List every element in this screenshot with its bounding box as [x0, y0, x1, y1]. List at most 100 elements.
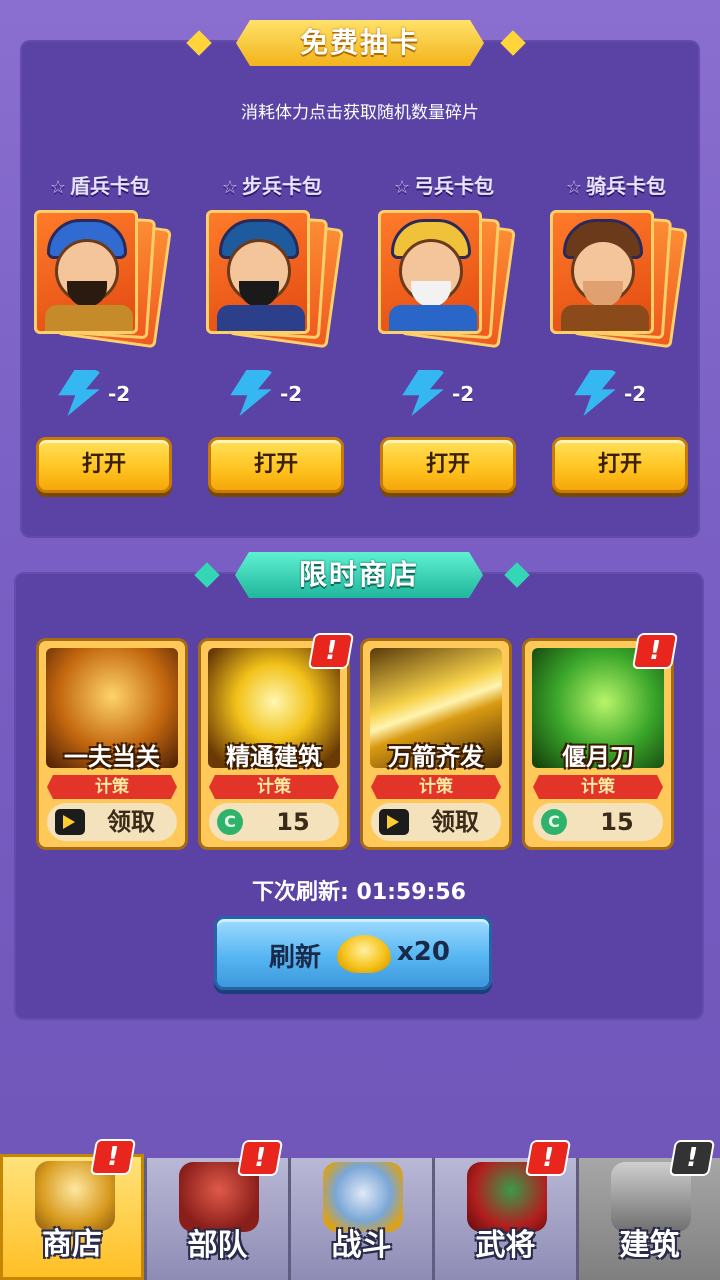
gold-ingot-icon	[337, 935, 391, 973]
shop-item[interactable]: 万箭齐发 计策 领取	[360, 638, 512, 850]
cost-value: -2	[280, 382, 303, 406]
claim-button[interactable]: 领取	[371, 803, 501, 841]
shop-item-list: 一夫当关 计策 领取 精通建筑 计策 15 ! 万箭齐发 计策	[36, 633, 686, 852]
nav-label: 武将	[475, 1228, 536, 1263]
card-pack: ☆ 骑兵卡包 -2 打开	[536, 170, 696, 510]
nav-tab-battle[interactable]: 战斗	[288, 1158, 432, 1280]
shield-soldier-portrait	[34, 210, 138, 334]
shop-item-type: 计策	[209, 775, 339, 799]
star-icon: ☆	[49, 177, 67, 198]
refresh-timer: 下次刷新: 01:59:56	[14, 874, 704, 906]
cost-value: -2	[624, 382, 647, 406]
alert-icon: !	[631, 633, 679, 669]
lightning-icon	[58, 370, 102, 416]
card-pack-image[interactable]	[550, 210, 690, 360]
pack-name: ☆ 弓兵卡包	[364, 170, 524, 199]
refresh-cost: x20	[397, 937, 450, 967]
nav-tab-shop[interactable]: 商店 !	[0, 1139, 144, 1280]
nav-label: 商店	[42, 1227, 102, 1262]
shop-item[interactable]: 精通建筑 计策 15 !	[198, 633, 355, 850]
lightning-icon	[574, 370, 618, 416]
shop-item-name: 一夫当关	[64, 743, 160, 771]
hero-beard	[239, 281, 279, 307]
claim-button[interactable]: 领取	[47, 803, 177, 841]
pack-name: ☆ 步兵卡包	[192, 170, 352, 199]
stamina-cost: -2	[572, 370, 692, 416]
hero-beard	[411, 281, 451, 307]
hero-shield	[45, 305, 133, 331]
price-label: 15	[276, 808, 310, 836]
nav-tab-generals[interactable]: 武将 !	[432, 1140, 576, 1280]
refresh-timer-value: 01:59:56	[356, 880, 466, 905]
banner-diamond-right	[504, 562, 530, 588]
refresh-timer-label: 下次刷新:	[252, 880, 349, 905]
card-pack-list: ☆ 盾兵卡包 -2 打开 ☆ 步兵卡包 -2 打开 ☆ 弓兵卡包 -2 打开 ☆…	[20, 170, 700, 510]
card-pack: ☆ 盾兵卡包 -2 打开	[20, 170, 180, 510]
coin-icon	[541, 809, 567, 835]
hero-beard	[67, 281, 107, 307]
pack-name-label: 步兵卡包	[242, 174, 323, 198]
bottom-nav: 商店 ! 部队 ! 战斗 武将 ! 建筑 !	[0, 1139, 720, 1280]
shop-item[interactable]: 偃月刀 计策 15 !	[522, 633, 679, 850]
pack-name-label: 盾兵卡包	[70, 174, 151, 198]
nav-tab-troops[interactable]: 部队 !	[144, 1140, 288, 1280]
archer-portrait	[378, 210, 482, 334]
open-pack-button[interactable]: 打开	[552, 437, 688, 493]
nav-label: 战斗	[331, 1228, 392, 1263]
pack-name-label: 骑兵卡包	[586, 174, 667, 198]
card-pack-image[interactable]	[206, 210, 346, 360]
limited-shop-panel: 限时商店 一夫当关 计策 领取 精通建筑 计策 15 ! 万箭齐	[14, 572, 704, 1020]
card-pack-image[interactable]	[378, 210, 518, 360]
stamina-cost: -2	[228, 370, 348, 416]
open-pack-button[interactable]: 打开	[380, 437, 516, 493]
banner-diamond-left	[194, 562, 220, 588]
cavalry-portrait	[550, 210, 654, 334]
refresh-button-label: 刷新	[269, 943, 322, 973]
alert-icon: !	[307, 633, 355, 669]
free-draw-subtitle: 消耗体力点击获取随机数量碎片	[241, 103, 479, 123]
price-label: 15	[600, 808, 634, 836]
pack-name: ☆ 盾兵卡包	[20, 170, 180, 199]
card-pack: ☆ 弓兵卡包 -2 打开	[364, 170, 524, 510]
alert-icon: !	[524, 1140, 572, 1176]
free-draw-title: 免费抽卡	[236, 20, 484, 66]
star-icon: ☆	[393, 177, 411, 198]
banner-diamond-left	[186, 30, 212, 56]
stamina-cost: -2	[56, 370, 176, 416]
shop-item-name: 精通建筑	[226, 743, 322, 771]
lightning-icon	[230, 370, 274, 416]
free-draw-panel: 免费抽卡 消耗体力点击获取随机数量碎片 ☆ 盾兵卡包 -2 打开 ☆ 步兵卡包 …	[20, 40, 700, 538]
open-pack-button[interactable]: 打开	[36, 437, 172, 493]
hero-horse	[561, 305, 649, 331]
video-icon	[379, 809, 409, 835]
open-pack-button[interactable]: 打开	[208, 437, 344, 493]
hero-armor	[389, 305, 477, 331]
pack-name: ☆ 骑兵卡包	[536, 170, 696, 199]
nav-tab-buildings[interactable]: 建筑 !	[576, 1140, 720, 1280]
shop-item-name: 偃月刀	[562, 743, 634, 771]
price-label: 领取	[431, 808, 479, 836]
banner-diamond-right	[500, 30, 526, 56]
card-pack: ☆ 步兵卡包 -2 打开	[192, 170, 352, 510]
hero-chin	[583, 281, 623, 307]
coin-icon	[217, 809, 243, 835]
shop-item[interactable]: 一夫当关 计策 领取	[36, 638, 188, 850]
stamina-cost: -2	[400, 370, 520, 416]
buy-button[interactable]: 15	[533, 803, 663, 841]
shop-item-type: 计策	[533, 775, 663, 799]
refresh-button[interactable]: 刷新 x20	[214, 916, 492, 990]
cost-value: -2	[452, 382, 475, 406]
nav-label: 建筑	[619, 1228, 680, 1263]
card-pack-image[interactable]	[34, 210, 174, 360]
buy-button[interactable]: 15	[209, 803, 339, 841]
alert-icon: !	[89, 1139, 137, 1175]
shop-item-type: 计策	[371, 775, 501, 799]
star-icon: ☆	[565, 177, 583, 198]
video-icon	[55, 809, 85, 835]
nav-label: 部队	[187, 1228, 248, 1263]
cost-value: -2	[108, 382, 131, 406]
alert-icon: !	[668, 1140, 716, 1176]
infantry-portrait	[206, 210, 310, 334]
hero-armor	[217, 305, 305, 331]
limited-shop-title: 限时商店	[235, 552, 483, 598]
